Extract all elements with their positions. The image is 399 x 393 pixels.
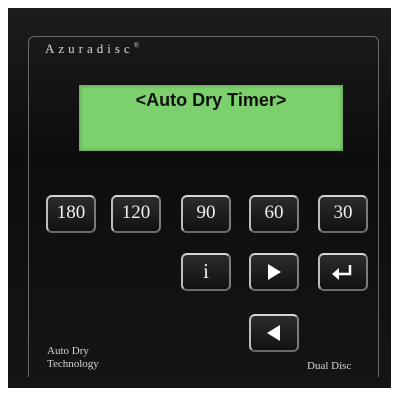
timer-30-button[interactable]: 30 [318,195,368,233]
timer-60-label: 60 [264,202,284,223]
auto-dry-label: Auto Dry Technology [47,345,99,371]
timer-90-button[interactable]: 90 [181,195,231,233]
lcd-text: <Auto Dry Timer> [135,90,287,110]
brand-logo: Azuradisc® [45,41,139,57]
info-button[interactable]: i [181,253,231,291]
timer-120-label: 120 [121,202,151,223]
enter-button[interactable] [318,253,368,291]
right-arrow-icon [268,264,281,280]
timer-60-button[interactable]: 60 [249,195,299,233]
left-arrow-button[interactable] [249,314,299,352]
left-arrow-icon [267,325,280,341]
timer-180-label: 180 [56,202,86,223]
lcd-display: <Auto Dry Timer> [79,85,343,151]
timer-90-label: 90 [196,202,216,223]
auto-dry-line1: Auto Dry [47,345,89,357]
registered-mark: ® [133,41,140,50]
timer-180-button[interactable]: 180 [46,195,96,233]
auto-dry-line2: Technology [47,358,99,370]
brand-name: Azuradisc [45,41,134,56]
dual-disc-label: Dual Disc [307,360,352,372]
info-label: i [203,258,209,283]
timer-30-label: 30 [333,202,353,223]
right-arrow-button[interactable] [249,253,299,291]
enter-icon [332,265,352,280]
timer-120-button[interactable]: 120 [111,195,161,233]
